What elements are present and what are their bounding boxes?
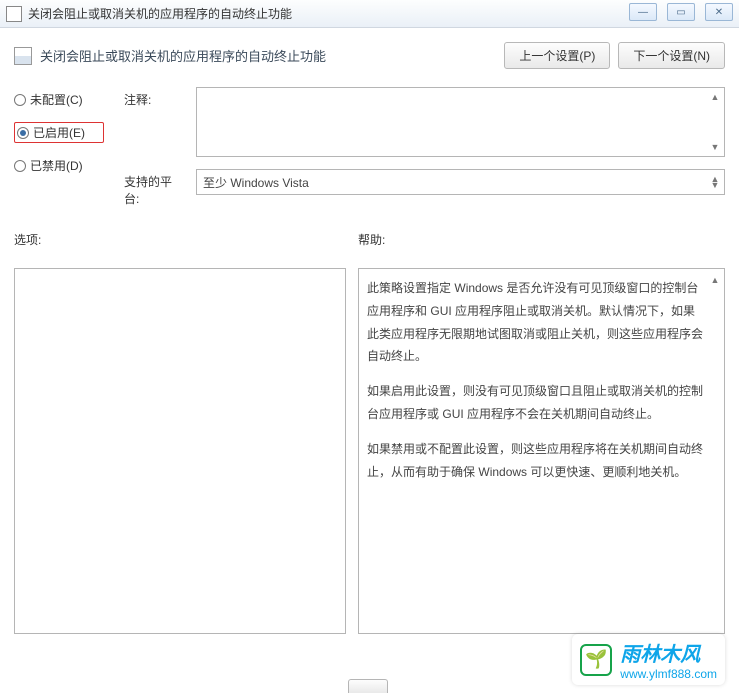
comment-textarea[interactable]: ▲ ▼ [196,87,725,157]
radio-not-configured[interactable]: 未配置(C) [14,91,104,108]
window-controls: — ▭ ✕ [629,3,733,21]
watermark: 🌱 雨林木风 www.ylmf888.com [572,634,725,685]
previous-setting-button[interactable]: 上一个设置(P) [504,42,610,69]
scroll-up-icon[interactable]: ▲ [708,90,722,104]
window-title: 关闭会阻止或取消关机的应用程序的自动终止功能 [28,5,292,22]
supported-platform-box: 至少 Windows Vista ▲ ▼ [196,169,725,195]
options-panel [14,268,346,634]
radio-disabled[interactable]: 已禁用(D) [14,157,104,174]
radio-icon [14,160,26,172]
help-paragraph: 此策略设置指定 Windows 是否允许没有可见顶级窗口的控制台应用程序和 GU… [367,277,704,368]
platform-value: 至少 Windows Vista [203,176,309,190]
policy-icon [14,47,32,65]
help-text: 此策略设置指定 Windows 是否允许没有可见顶级窗口的控制台应用程序和 GU… [367,277,716,483]
window-titlebar: 关闭会阻止或取消关机的应用程序的自动终止功能 — ▭ ✕ [0,0,739,28]
radio-label: 已启用(E) [33,124,85,141]
radio-icon [17,127,29,139]
page-title: 关闭会阻止或取消关机的应用程序的自动终止功能 [40,46,326,65]
radio-icon [14,94,26,106]
radio-label: 已禁用(D) [30,157,83,174]
next-setting-button[interactable]: 下一个设置(N) [618,42,725,69]
scroll-down-icon[interactable]: ▼ [708,140,722,154]
watermark-brand: 雨林木风 [620,638,717,667]
comment-label: 注释: [124,87,184,108]
minimize-button[interactable]: — [629,3,657,21]
scroll-up-icon[interactable]: ▲ [708,273,722,287]
state-radio-group: 未配置(C) 已启用(E) 已禁用(D) [14,87,104,174]
dialog-button-fragment[interactable] [348,679,388,693]
radio-enabled[interactable]: 已启用(E) [14,122,104,143]
options-label: 选项: [14,231,346,248]
watermark-url: www.ylmf888.com [620,667,717,681]
app-icon [6,6,22,22]
help-panel: 此策略设置指定 Windows 是否允许没有可见顶级窗口的控制台应用程序和 GU… [358,268,725,634]
help-label: 帮助: [358,231,725,248]
scroll-down-icon[interactable]: ▼ [708,178,722,192]
help-paragraph: 如果启用此设置，则没有可见顶级窗口且阻止或取消关机的控制台应用程序或 GUI 应… [367,380,704,426]
maximize-button[interactable]: ▭ [667,3,695,21]
radio-label: 未配置(C) [30,91,83,108]
close-button[interactable]: ✕ [705,3,733,21]
platform-label: 支持的平台: [124,169,184,207]
help-paragraph: 如果禁用或不配置此设置，则这些应用程序将在关机期间自动终止，从而有助于确保 Wi… [367,438,704,484]
leaf-icon: 🌱 [580,644,612,676]
